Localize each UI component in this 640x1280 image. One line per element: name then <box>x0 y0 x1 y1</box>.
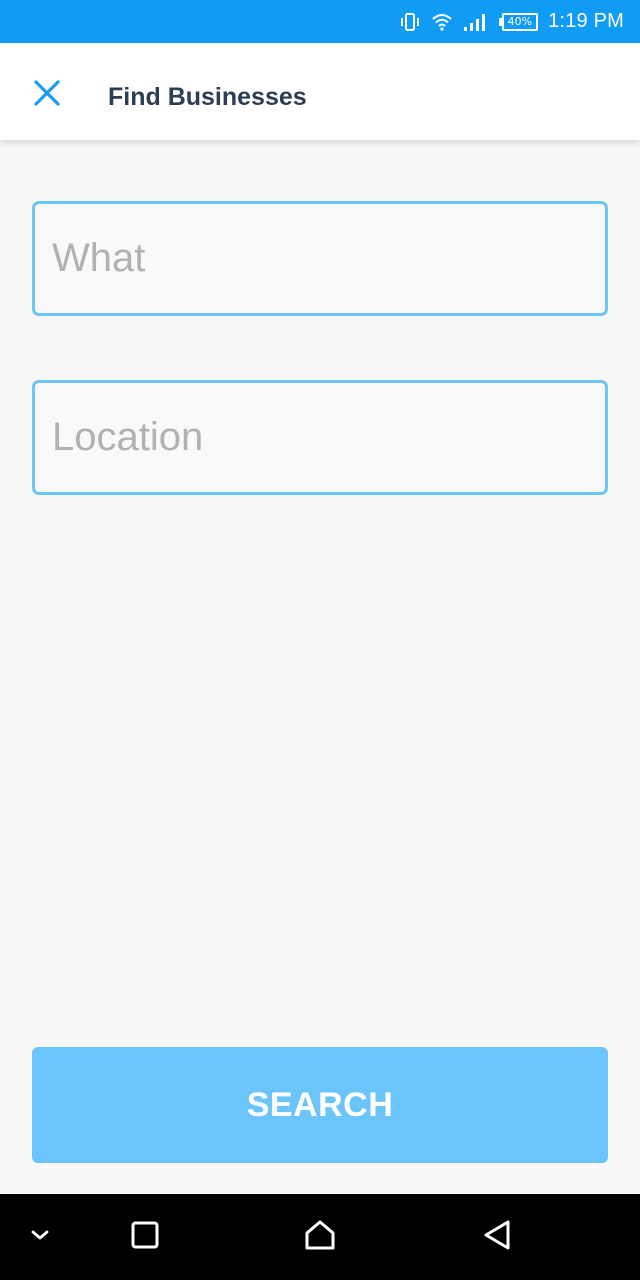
chevron-down-icon <box>28 1223 52 1252</box>
status-bar: 40% 1:19 PM <box>0 0 640 43</box>
vibrate-icon <box>399 11 421 33</box>
app-bar: Find Businesses <box>0 43 640 140</box>
back-button[interactable] <box>474 1214 520 1260</box>
wifi-icon <box>431 12 453 32</box>
system-nav-bar <box>0 1194 640 1280</box>
battery-level: 40% <box>501 12 539 31</box>
signal-icon <box>463 12 489 32</box>
location-input[interactable] <box>32 380 608 495</box>
search-button[interactable]: SEARCH <box>32 1047 608 1163</box>
battery-indicator: 40% <box>498 12 539 31</box>
chevron-down-button[interactable] <box>17 1214 63 1260</box>
what-input[interactable] <box>32 201 608 316</box>
recent-apps-button[interactable] <box>122 1214 168 1260</box>
close-button[interactable] <box>28 76 66 114</box>
page-title: Find Businesses <box>108 83 307 111</box>
close-icon <box>34 79 60 111</box>
status-time: 1:19 PM <box>548 10 624 32</box>
home-icon <box>303 1218 337 1257</box>
recent-apps-icon <box>130 1220 160 1255</box>
home-button[interactable] <box>297 1214 343 1260</box>
back-icon <box>482 1219 512 1256</box>
